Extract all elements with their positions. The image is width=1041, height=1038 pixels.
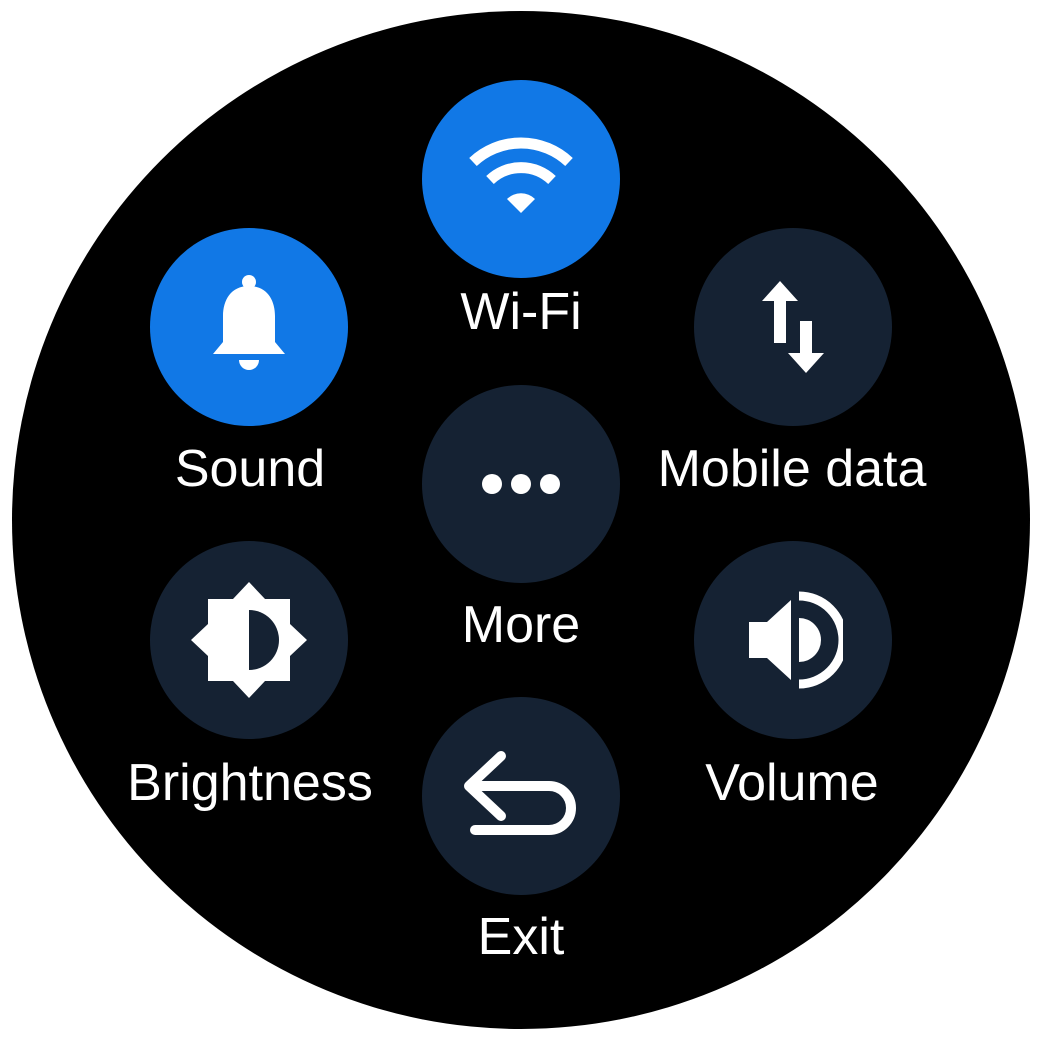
volume-label: Volume (705, 754, 879, 812)
up-down-arrows-icon (762, 281, 824, 373)
volume-button[interactable] (694, 541, 892, 739)
wifi-icon (469, 137, 573, 213)
wifi-toggle-button[interactable] (422, 80, 620, 278)
sound-label: Sound (174, 440, 326, 498)
mobile-data-toggle-button[interactable] (694, 228, 892, 426)
more-button[interactable] (422, 385, 620, 583)
brightness-label: Brightness (127, 754, 373, 812)
brightness-icon (191, 582, 307, 698)
bell-icon (213, 275, 285, 370)
exit-label: Exit (477, 908, 565, 966)
more-dots-icon (482, 474, 560, 494)
wifi-label: Wi-Fi (460, 283, 582, 341)
exit-button[interactable] (422, 697, 620, 895)
back-arrow-icon (464, 751, 576, 835)
speaker-icon (749, 591, 843, 689)
brightness-button[interactable] (150, 541, 348, 739)
more-label: More (461, 596, 581, 654)
watch-face: Wi-Fi Sound Mobile data More Brightness (12, 11, 1030, 1029)
mobile-data-label: Mobile data (657, 440, 927, 498)
sound-toggle-button[interactable] (150, 228, 348, 426)
